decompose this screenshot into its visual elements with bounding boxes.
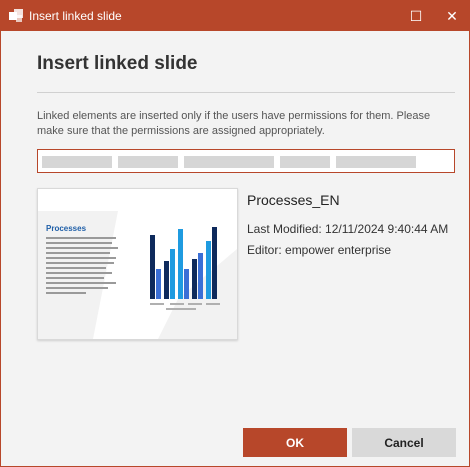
redacted-text <box>336 156 416 168</box>
ok-button[interactable]: OK <box>243 428 347 457</box>
redacted-text <box>280 156 330 168</box>
window-title: Insert linked slide <box>29 9 122 23</box>
title-bar[interactable]: Insert linked slide ☐ ✕ <box>1 1 469 31</box>
slide-preview-graphic: Processes <box>38 211 237 339</box>
close-button[interactable]: ✕ <box>435 1 469 31</box>
last-modified-text: Last Modified: 12/11/2024 9:40:44 AM <box>247 222 449 236</box>
insert-linked-slide-dialog: Insert linked slide ☐ ✕ Insert linked sl… <box>0 0 470 467</box>
redacted-text <box>184 156 274 168</box>
powerpoint-app-icon <box>9 9 23 23</box>
redacted-text <box>42 156 112 168</box>
dialog-heading: Insert linked slide <box>37 53 198 74</box>
slide-thumbnail[interactable]: Processes <box>37 188 238 340</box>
thumbnail-heading: Processes <box>46 224 87 233</box>
permissions-description: Linked elements are inserted only if the… <box>37 110 431 137</box>
divider <box>37 92 455 93</box>
slide-link-field[interactable] <box>37 149 455 173</box>
redacted-text <box>118 156 178 168</box>
editor-text: Editor: empower enterprise <box>247 243 392 257</box>
slide-name: Processes_EN <box>247 192 340 208</box>
maximize-button[interactable]: ☐ <box>399 1 433 31</box>
cancel-button[interactable]: Cancel <box>352 428 456 457</box>
